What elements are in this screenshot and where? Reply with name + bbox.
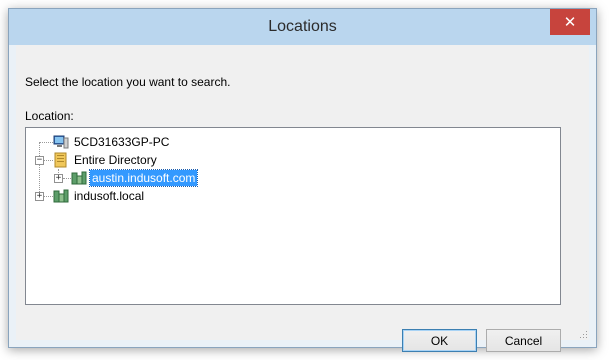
directory-icon <box>53 152 69 168</box>
location-label: Location: <box>25 109 74 123</box>
tree-item-label: indusoft.local <box>74 189 145 203</box>
domain-icon <box>71 170 87 186</box>
tree-item-austin-domain[interactable]: austin.indusoft.com <box>71 169 199 187</box>
domain-icon <box>53 188 69 204</box>
collapse-toggle[interactable]: − <box>35 156 44 165</box>
ok-button[interactable]: OK <box>402 329 477 352</box>
tree-connector <box>44 196 53 197</box>
tree-item-label: Entire Directory <box>74 153 157 167</box>
tree-item-label: austin.indusoft.com <box>88 169 199 187</box>
tree-item-indusoft-local[interactable]: indusoft.local <box>53 187 146 205</box>
tree-connector <box>63 178 71 179</box>
close-button[interactable]: ✕ <box>550 9 590 35</box>
title-bar[interactable]: Locations ✕ <box>9 9 596 45</box>
locations-dialog: Locations ✕ Select the location you want… <box>8 8 597 352</box>
tree-connector <box>39 142 40 198</box>
expand-toggle[interactable]: + <box>35 192 44 201</box>
tree-connector <box>39 142 53 143</box>
tree-connector <box>44 160 53 161</box>
cancel-button[interactable]: Cancel <box>486 329 561 352</box>
tree-item-label: 5CD31633GP-PC <box>74 135 170 149</box>
close-icon: ✕ <box>563 14 577 31</box>
dialog-body: Select the location you want to search. … <box>16 45 589 352</box>
resize-grip-icon[interactable] <box>578 329 588 339</box>
tree-item-computer[interactable]: 5CD31633GP-PC <box>53 133 171 151</box>
dialog-title: Locations <box>268 18 337 35</box>
location-tree[interactable]: 5CD31633GP-PC − Entire Directory + austi… <box>25 127 561 305</box>
tree-item-entire-directory[interactable]: Entire Directory <box>53 151 159 169</box>
expand-toggle[interactable]: + <box>54 174 63 183</box>
instruction-text: Select the location you want to search. <box>25 75 231 89</box>
computer-icon <box>53 134 69 150</box>
